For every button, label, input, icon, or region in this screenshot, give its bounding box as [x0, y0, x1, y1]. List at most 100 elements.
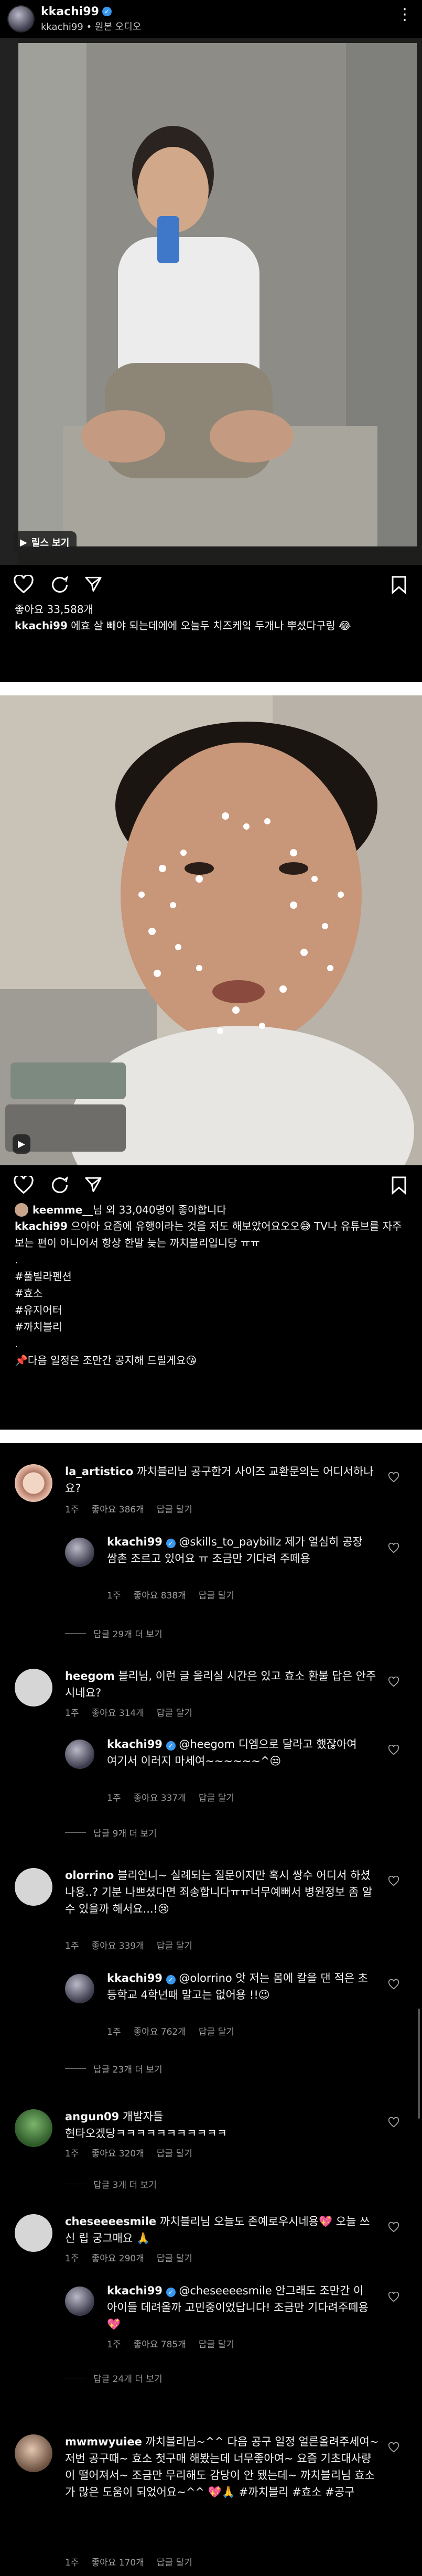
username[interactable]: kkachi99: [41, 5, 99, 18]
verified-icon: ✓: [166, 2288, 176, 2297]
comment-icon[interactable]: [50, 575, 69, 594]
comment-text: 현타오겠당ㅋㅋㅋㅋㅋㅋㅋㅋㅋㅋㅋ: [65, 2127, 228, 2140]
view-more-replies[interactable]: 답글 3개 더 보기: [65, 2177, 157, 2191]
pin-icon: 📌: [15, 1354, 28, 1367]
comment-icon[interactable]: [50, 1176, 69, 1195]
caption-username[interactable]: kkachi99: [15, 1220, 68, 1232]
avatar[interactable]: [65, 1538, 94, 1567]
reply-button[interactable]: 답글 달기: [199, 1588, 234, 1601]
bookmark-icon[interactable]: [391, 575, 407, 594]
liked-by[interactable]: keemme__님 외 33,040명이 좋아합니다: [0, 1202, 422, 1218]
reply-button[interactable]: 답글 달기: [157, 1705, 192, 1719]
avatar[interactable]: [65, 1974, 94, 2003]
reply-button[interactable]: 답글 달기: [199, 2337, 234, 2350]
hashtag[interactable]: #효소: [0, 1285, 422, 1302]
comment-username[interactable]: mwmwyuiee: [65, 2435, 142, 2448]
caption-dot: .: [15, 1253, 18, 1266]
comment-item: mwmwyuiee 까치블리님~^^ 다음 공구 일정 얼른올려주세여~ 저번 …: [0, 2419, 422, 2576]
avatar[interactable]: [15, 2109, 52, 2147]
reply-username[interactable]: kkachi99: [107, 2284, 163, 2297]
like-heart-icon[interactable]: [14, 575, 34, 593]
reply-username[interactable]: kkachi99: [107, 1536, 163, 1548]
reply-button[interactable]: 답글 달기: [157, 2555, 192, 2568]
reply-username[interactable]: kkachi99: [107, 1738, 163, 1751]
post-media[interactable]: ▶ 릴스 보기: [0, 38, 422, 565]
reply-button[interactable]: 답글 달기: [157, 1502, 192, 1515]
comment-meta: 1주 좋아요 290개 답글 달기: [65, 2251, 192, 2264]
avatar[interactable]: [15, 1464, 52, 1502]
comment-heart-icon[interactable]: [388, 1677, 399, 1687]
comment-username[interactable]: la_artistico: [65, 1465, 133, 1478]
comment-heart-icon[interactable]: [388, 2292, 399, 2302]
comment-username[interactable]: cheseeeesmile: [65, 2215, 156, 2228]
reels-button[interactable]: ▶: [13, 1134, 30, 1154]
like-count[interactable]: 좋아요 33,588개: [0, 602, 422, 617]
view-more-replies[interactable]: 답글 23개 더 보기: [65, 2062, 163, 2075]
view-more-replies[interactable]: 답글 29개 더 보기: [65, 1627, 163, 1640]
avatar[interactable]: [15, 2214, 52, 2252]
scrollbar[interactable]: [418, 2009, 420, 2119]
comment-heart-icon[interactable]: [388, 1543, 399, 1553]
comment-meta: 1주 좋아요 170개 답글 달기: [65, 2555, 192, 2568]
avatar[interactable]: [7, 5, 35, 33]
comment-heart-icon[interactable]: [388, 1472, 399, 1483]
reply-username[interactable]: kkachi99: [107, 1972, 163, 1984]
comment-item: angun09 개발자들 현타오겠당ㅋㅋㅋㅋㅋㅋㅋㅋㅋㅋㅋ 1주 좋아요 320개 답…: [0, 2094, 422, 2198]
like-heart-icon[interactable]: [14, 1176, 34, 1194]
view-more-replies[interactable]: 답글 9개 더 보기: [65, 1826, 157, 1839]
comments-section: la_artistico 까치블리님 공구한거 사이즈 교환문의는 어디서하나요…: [0, 1443, 422, 2576]
comment-meta: 1주 좋아요 320개 답글 달기: [65, 2146, 192, 2159]
action-bar: [0, 1165, 422, 1202]
reels-icon: ▶: [20, 536, 27, 548]
view-more-replies[interactable]: 답글 24개 더 보기: [65, 2371, 163, 2385]
post-header: kkachi99 ✓ kkachi99 • 원본 오디오 ⋮: [0, 0, 422, 38]
reply-meta: 1주 좋아요 762개 답글 달기: [107, 2024, 234, 2037]
post-media[interactable]: ▶: [0, 695, 422, 1165]
verified-icon: ✓: [166, 1539, 176, 1548]
comment-heart-icon[interactable]: [388, 1876, 399, 1886]
comment-username[interactable]: olorrino: [65, 1869, 114, 1882]
bookmark-icon[interactable]: [391, 1176, 407, 1195]
share-icon[interactable]: [84, 1176, 103, 1194]
face-mask-image: [0, 695, 422, 1165]
reply-button[interactable]: 답글 달기: [157, 2251, 192, 2264]
more-options-icon[interactable]: ⋮: [397, 7, 413, 23]
post-2: ▶ keemme__님 외 33,040명이 좋아합니다 kkachi99 으아…: [0, 695, 422, 1430]
comment-meta: 1주 좋아요 314개 답글 달기: [65, 1705, 192, 1719]
avatar[interactable]: [15, 2434, 52, 2472]
comment-username[interactable]: heegom: [65, 1670, 115, 1682]
reply-button[interactable]: 답글 달기: [157, 1938, 192, 1951]
verified-icon: ✓: [102, 7, 112, 16]
hashtag[interactable]: #까치블리: [0, 1318, 422, 1335]
verified-icon: ✓: [166, 1975, 176, 1984]
comment-meta: 1주 좋아요 339개 답글 달기: [65, 1938, 192, 1951]
hashtag[interactable]: #풀빌라펜션: [0, 1268, 422, 1285]
comment-meta: 1주 좋아요 386개 답글 달기: [65, 1502, 192, 1515]
share-icon[interactable]: [84, 575, 103, 593]
reply-button[interactable]: 답글 달기: [199, 2024, 234, 2037]
comment-heart-icon[interactable]: [388, 1745, 399, 1755]
caption: kkachi99 으아아 요즘에 유행이라는 것을 저도 해보았어요오오😅 TV…: [0, 1218, 422, 1251]
avatar[interactable]: [15, 1669, 52, 1706]
comment-username[interactable]: angun09: [65, 2110, 119, 2123]
avatar[interactable]: [15, 1868, 52, 1906]
reels-button[interactable]: ▶ 릴스 보기: [13, 531, 77, 553]
comment-item: cheseeeesmile 까치블리님 오늘도 존예로우시네용💖 오늘 쓰신 립…: [0, 2198, 422, 2429]
reply-button[interactable]: 답글 달기: [199, 1790, 234, 1804]
comment-item: heegom 블리님, 이런 글 올리실 시간은 있고 효소 환불 답은 안주시…: [0, 1653, 422, 1879]
comment-heart-icon[interactable]: [388, 1979, 399, 1990]
post-1: kkachi99 ✓ kkachi99 • 원본 오디오 ⋮ ▶ 릴스 보기 좋아요…: [0, 0, 422, 682]
hashtag[interactable]: #유지어터: [0, 1302, 422, 1318]
reply-meta: 1주 좋아요 838개 답글 달기: [107, 1588, 234, 1601]
comment-heart-icon[interactable]: [388, 2117, 399, 2128]
comment-heart-icon[interactable]: [388, 2442, 399, 2453]
audio-subtitle[interactable]: kkachi99 • 원본 오디오: [41, 19, 141, 33]
reply-meta: 1주 좋아요 337개 답글 달기: [107, 1790, 234, 1804]
liked-by-avatar: [15, 1203, 28, 1217]
avatar[interactable]: [65, 2287, 94, 2316]
caption-username[interactable]: kkachi99: [15, 619, 68, 632]
avatar[interactable]: [65, 1740, 94, 1769]
action-bar: [0, 565, 422, 602]
comment-heart-icon[interactable]: [388, 2222, 399, 2232]
reply-button[interactable]: 답글 달기: [157, 2146, 192, 2159]
